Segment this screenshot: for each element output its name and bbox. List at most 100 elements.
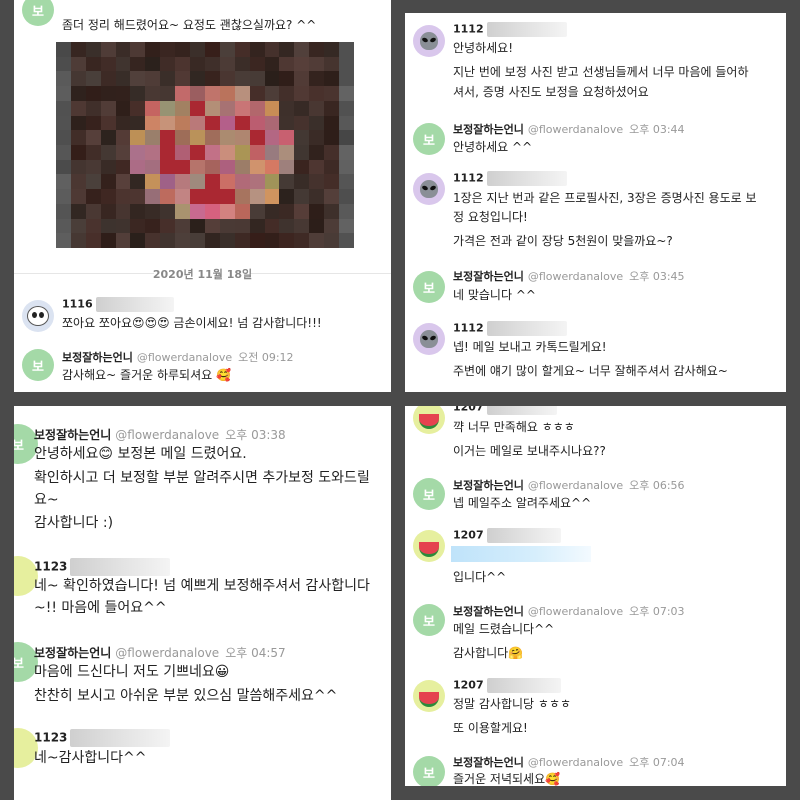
sender-handle[interactable]: @flowerdanalove [115, 646, 219, 660]
message-text: 가격은 전과 같이 장당 5천원이 맞을까요~? [453, 234, 673, 248]
message-text: 지난 번에 보정 사진 받고 선생님들께서 너무 마음에 들어하 [453, 65, 749, 79]
message-text: 이거는 메일로 보내주시나요?? [453, 444, 606, 458]
avatar[interactable] [413, 680, 445, 712]
sender-name[interactable]: 1123 [34, 731, 67, 745]
timestamp: 오후 03:38 [225, 428, 286, 442]
redacted-name [486, 678, 561, 693]
watermelon-icon [419, 541, 439, 557]
message-text: 주변에 얘기 많이 할게요~ 너무 잘해주셔서 감사해요~ [453, 364, 728, 378]
timestamp: 오후 04:57 [225, 646, 286, 660]
message-header: 1207 [453, 528, 561, 543]
message-text: ~!! 마음에 들어요^^ [34, 600, 167, 616]
message-header: 보정잘하는언니 @flowerdanalove 오후 03:38 [34, 426, 286, 443]
avatar[interactable]: 보 [413, 123, 445, 155]
chat-panel-2: 1112 안녕하세요! 지난 번에 보정 사진 받고 선생님들께서 너무 마음에… [405, 13, 786, 392]
timestamp: 오후 07:04 [629, 756, 685, 769]
message-header: 보정잘하는언니 @flowerdanalove 오전 09:12 [62, 349, 294, 365]
avatar[interactable]: 보 [413, 756, 445, 786]
message-text: 감사해요~ 즐거운 하루되셔요 🥰 [62, 368, 231, 382]
blurred-photo[interactable] [56, 42, 354, 248]
message-text: 마음에 드신다니 저도 기쁘네요😀 [34, 664, 230, 680]
sender-name[interactable]: 1207 [453, 406, 484, 414]
timestamp: 오후 03:44 [629, 123, 685, 136]
message-text: 찬찬히 보시고 아쉬운 부분 있으심 말씀해주세요^^ [34, 688, 338, 704]
message-header: 보정잘하는언니 @flowerdanalove 오후 03:44 [453, 121, 685, 137]
sender-name[interactable]: 1112 [453, 322, 484, 335]
message-header: 1207 [453, 406, 557, 415]
sender-name[interactable]: 보정잘하는언니 [34, 428, 111, 442]
message-header: 1123 [34, 558, 171, 576]
message-header: 1207 [453, 678, 561, 693]
sender-handle[interactable]: @flowerdanalove [528, 756, 623, 769]
timestamp: 오후 07:03 [629, 605, 685, 618]
chat-panel-1: 보 좀더 정리 해드렸어요~ 요정도 괜찮으실까요? ^^ 2020년 11월 … [14, 0, 391, 392]
sender-name[interactable]: 1116 [62, 298, 93, 311]
alien-icon [420, 180, 438, 198]
avatar[interactable]: 보 [22, 349, 54, 381]
message-text: 안녕하세요 ^^ [453, 140, 533, 154]
message-text: 메일 드렸습니다^^ [453, 622, 555, 636]
timestamp: 오후 06:56 [629, 479, 685, 492]
sender-name[interactable]: 보정잘하는언니 [453, 756, 524, 769]
chat-panel-3: 보 보정잘하는언니 @flowerdanalove 오후 03:38 안녕하세요😊 … [14, 406, 391, 800]
avatar[interactable] [413, 406, 445, 434]
message-text: 입니다^^ [453, 570, 507, 584]
message-text: 감사합니다 :) [34, 515, 114, 531]
avatar[interactable]: 보 [413, 604, 445, 636]
sender-handle[interactable]: @flowerdanalove [528, 270, 623, 283]
sender-handle[interactable]: @flowerdanalove [137, 351, 232, 364]
message-text: 셔서, 증명 사진도 보정을 요청하셨어요 [453, 85, 649, 99]
avatar[interactable] [22, 300, 54, 332]
avatar[interactable] [413, 173, 445, 205]
timestamp: 오전 09:12 [238, 351, 294, 364]
redacted-name [70, 558, 171, 576]
redacted-email-link[interactable] [451, 546, 591, 562]
message-header: 1123 [34, 729, 171, 747]
sender-handle[interactable]: @flowerdanalove [528, 123, 623, 136]
sender-handle[interactable]: @flowerdanalove [528, 479, 623, 492]
redacted-name [486, 406, 557, 415]
watermelon-icon [419, 413, 439, 429]
message-text: 안녕하세요😊 보정본 메일 드렸어요. [34, 446, 247, 462]
sender-name[interactable]: 보정잘하는언니 [453, 605, 524, 618]
avatar[interactable]: 보 [413, 271, 445, 303]
alien-icon [420, 32, 438, 50]
sender-name[interactable]: 보정잘하는언니 [34, 646, 111, 660]
redacted-name [70, 729, 171, 747]
message-text: 또 이용할게요! [453, 721, 528, 735]
message-header: 보정잘하는언니 @flowerdanalove 오후 07:04 [453, 754, 685, 770]
message-text: 네~감사합니다^^ [34, 750, 147, 766]
sender-name[interactable]: 1112 [453, 172, 484, 185]
watermelon-icon [419, 691, 439, 707]
message-text: 확인하시고 더 보정할 부분 알려주시면 추가보정 도와드릴 [34, 470, 370, 486]
sender-name[interactable]: 1207 [453, 529, 484, 542]
message-text: 네 맞습니다 ^^ [453, 288, 536, 302]
date-separator: 2020년 11월 18일 [14, 266, 391, 282]
message-header: 1112 [453, 321, 567, 336]
avatar[interactable] [413, 530, 445, 562]
avatar[interactable] [413, 25, 445, 57]
message-header: 1112 [453, 171, 567, 186]
sender-name[interactable]: 보정잘하는언니 [453, 479, 524, 492]
message-text: 1장은 지난 번과 같은 프로필사진, 3장은 증명사진 용도로 보 [453, 191, 757, 205]
sender-name[interactable]: 1207 [453, 679, 484, 692]
sender-name[interactable]: 보정잘하는언니 [453, 270, 524, 283]
avatar[interactable]: 보 [413, 478, 445, 510]
redacted-name [486, 22, 567, 37]
redacted-name [486, 528, 561, 543]
timestamp: 오후 03:45 [629, 270, 685, 283]
alien-icon [420, 330, 438, 348]
sender-name[interactable]: 1123 [34, 560, 67, 574]
sender-name[interactable]: 보정잘하는언니 [453, 123, 524, 136]
message-text: 쪼아요 쪼아요😍😍😍 금손이세요! 넘 감사합니다!!! [62, 316, 322, 330]
message-header: 1116 [62, 297, 174, 312]
message-text: 넵 메일주소 알려주세요^^ [453, 496, 592, 510]
sender-handle[interactable]: @flowerdanalove [115, 428, 219, 442]
sender-handle[interactable]: @flowerdanalove [528, 605, 623, 618]
message-text: 넵! 메일 보내고 카톡드릴게요! [453, 340, 607, 354]
sender-name[interactable]: 1112 [453, 23, 484, 36]
avatar[interactable]: 보 [22, 0, 54, 26]
message-text: 즐거운 저녁되세요🥰 [453, 772, 561, 786]
sender-name[interactable]: 보정잘하는언니 [62, 351, 133, 364]
avatar[interactable] [413, 323, 445, 355]
